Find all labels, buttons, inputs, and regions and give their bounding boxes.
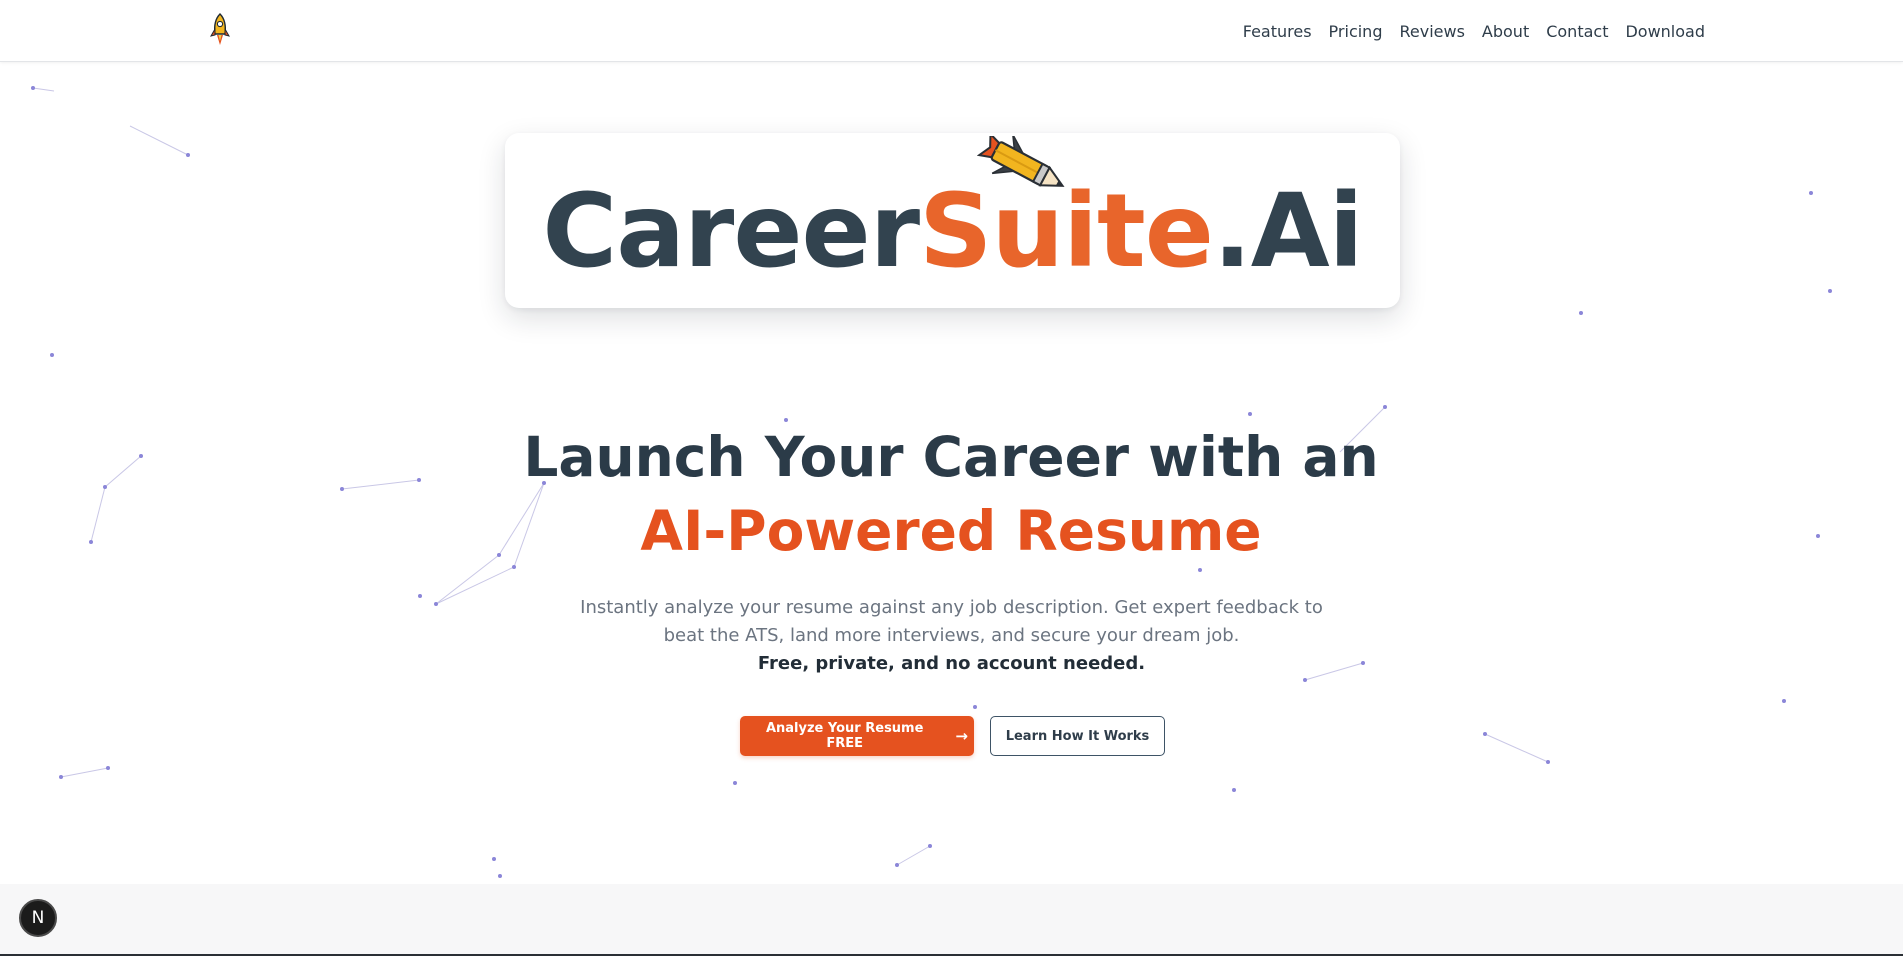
- hero-description-text: Instantly analyze your resume against an…: [580, 597, 1323, 646]
- learn-how-it-works-button[interactable]: Learn How It Works: [990, 716, 1165, 756]
- nav-link-pricing[interactable]: Pricing: [1329, 22, 1383, 41]
- nav-links: Features Pricing Reviews About Contact D…: [1243, 0, 1705, 62]
- nav-link-about[interactable]: About: [1482, 22, 1529, 41]
- brand-wordmark: CareerSuite.Ai: [505, 177, 1400, 287]
- dev-tools-badge[interactable]: N: [19, 899, 57, 937]
- headline-line-1: Launch Your Career with an: [523, 425, 1379, 489]
- hero-description: Instantly analyze your resume against an…: [580, 594, 1323, 678]
- rocket-icon[interactable]: [208, 12, 232, 48]
- brand-logo-card: CareerSuite.Ai: [505, 131, 1400, 308]
- brand-wordmark-ai: .Ai: [1212, 172, 1364, 291]
- nav-link-reviews[interactable]: Reviews: [1399, 22, 1464, 41]
- next-section: [0, 884, 1903, 956]
- hero-headline: Launch Your Career with an AI-Powered Re…: [451, 420, 1451, 568]
- nav-link-download[interactable]: Download: [1625, 22, 1705, 41]
- analyze-resume-button[interactable]: Analyze Your Resume FREE →: [740, 716, 974, 756]
- arrow-right-icon: →: [955, 726, 968, 745]
- navbar: Features Pricing Reviews About Contact D…: [0, 0, 1903, 62]
- nav-link-features[interactable]: Features: [1243, 22, 1312, 41]
- brand-wordmark-suite: Suite: [919, 172, 1214, 291]
- hero-description-strong: Free, private, and no account needed.: [757, 653, 1146, 674]
- nav-link-contact[interactable]: Contact: [1546, 22, 1608, 41]
- headline-line-2: AI-Powered Resume: [640, 499, 1262, 563]
- analyze-resume-button-label: Analyze Your Resume FREE: [765, 721, 924, 751]
- brand-wordmark-career: Career: [542, 172, 920, 291]
